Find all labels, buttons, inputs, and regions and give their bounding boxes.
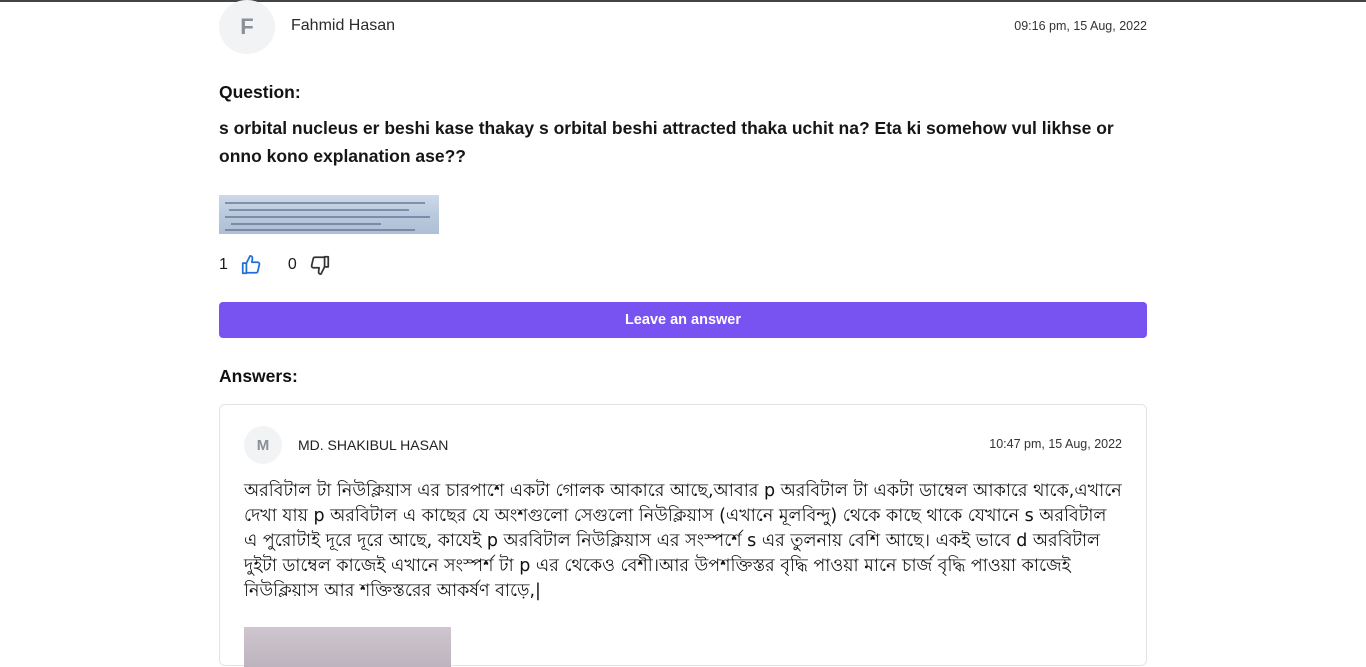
question-text: s orbital nucleus er beshi kase thakay s… [219, 118, 1114, 166]
vote-bar: 1 0 [219, 253, 331, 277]
leave-answer-button[interactable]: Leave an answer [219, 302, 1147, 338]
answer-card: M MD. SHAKIBUL HASAN 10:47 pm, 15 Aug, 2… [219, 404, 1147, 667]
answer-attachment-image[interactable] [244, 627, 451, 667]
answer-author-name[interactable]: MD. SHAKIBUL HASAN [298, 437, 448, 453]
answers-heading: Answers: [219, 366, 298, 386]
answer-text: অরবিটাল টা নিউক্লিয়াস এর চারপাশে একটা গ… [244, 481, 1122, 601]
question-label: Question: [219, 82, 301, 102]
upvote-count: 1 [219, 256, 228, 273]
question-attachment-image[interactable] [219, 195, 439, 234]
question-header: F Fahmid Hasan 09:16 pm, 15 Aug, 2022 [219, 0, 1147, 56]
question-page: F Fahmid Hasan 09:16 pm, 15 Aug, 2022 Qu… [219, 0, 1147, 667]
avatar: F [219, 0, 275, 54]
question-timestamp: 09:16 pm, 15 Aug, 2022 [1014, 19, 1147, 33]
answer-timestamp: 10:47 pm, 15 Aug, 2022 [989, 437, 1122, 451]
thumbs-up-icon[interactable] [240, 254, 262, 276]
question-author-name[interactable]: Fahmid Hasan [291, 17, 395, 35]
avatar: M [244, 426, 282, 464]
thumbs-down-icon[interactable] [309, 254, 331, 276]
downvote-count: 0 [287, 256, 297, 273]
